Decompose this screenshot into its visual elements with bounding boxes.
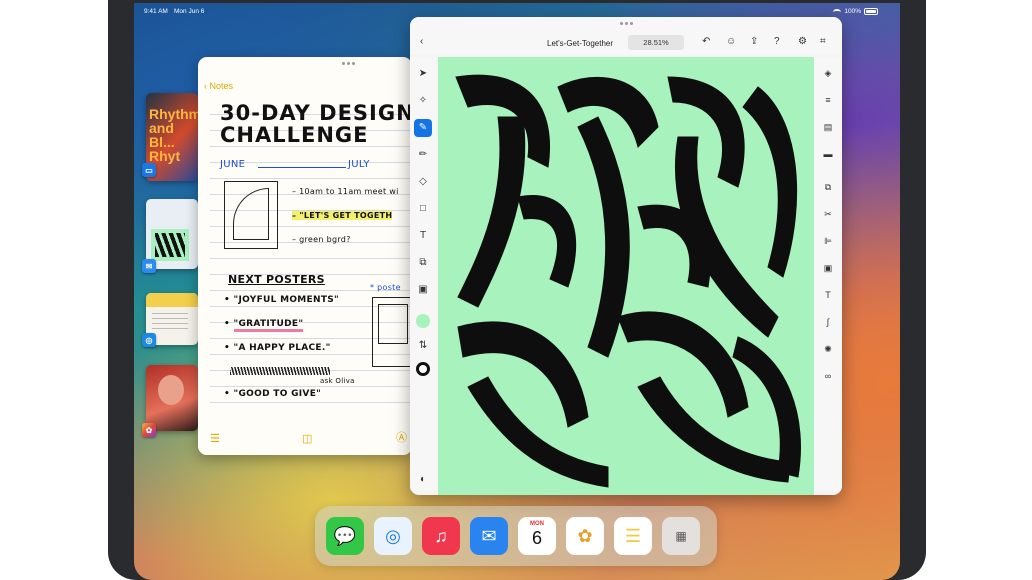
highlighted-text: – "LET'S GET TOGETH [292, 211, 393, 220]
safari-thumbnail-banner [146, 293, 198, 307]
note-item-3: • "A HAPPY PLACE." [224, 343, 331, 353]
markup-icon[interactable]: Ⓐ [396, 429, 407, 445]
status-date: Mon Jun 6 [174, 8, 205, 15]
fill-color-swatch[interactable] [414, 312, 432, 330]
messages-app-icon[interactable]: 💬 [326, 517, 364, 555]
appearance-icon[interactable]: ✺ [820, 341, 836, 357]
note-item-1: • "JOYFUL MOMENTS" [224, 295, 340, 305]
underlined-text: "GRATITUDE" [233, 319, 304, 332]
note-bullet-3: – green bgrd? [292, 235, 351, 244]
ipad-screen: 9:41 AM Mon Jun 6 100% Rhythm and Bl... … [134, 3, 900, 580]
eraser-tool-icon[interactable]: ◇ [414, 173, 432, 191]
scribbled-item [230, 367, 330, 375]
libraries-icon[interactable]: ▤ [820, 119, 836, 135]
share-icon[interactable]: ⇪ [750, 36, 758, 47]
note-section-heading: NEXT POSTERS [228, 273, 325, 286]
dock: 💬 ◎ ♫ ✉ MON 6 ✿ ☰ ▦ [315, 506, 717, 566]
wifi-icon [833, 8, 842, 15]
window-handle-icon[interactable] [618, 22, 634, 26]
safari-thumbnail-text [152, 313, 188, 333]
status-time: 9:41 AM [144, 8, 168, 15]
notes-back-label: Notes [209, 81, 234, 91]
battery-icon [864, 8, 878, 15]
note-item-5: • "GOOD TO GIVE" [224, 389, 322, 399]
notes-toolbar: ☰ ◫ Ⓐ [198, 423, 412, 455]
calendar-date-label: 6 [531, 528, 542, 548]
transform-tool-icon[interactable]: ⧉ [414, 254, 432, 272]
photos-badge-icon: ✿ [142, 423, 156, 437]
music-app-icon[interactable]: ♫ [422, 517, 460, 555]
lettering-artwork [455, 74, 801, 488]
artboard-canvas[interactable] [438, 57, 814, 495]
calendar-app-icon[interactable]: MON 6 [518, 517, 556, 555]
safari-icon: ◎ [142, 333, 156, 347]
note-post-label: * poste [370, 283, 401, 292]
illustrator-window[interactable]: ‹ Let's-Get-Together 28.51% ↶ ☺ ⇪ ? ⚙ ⌗ … [410, 17, 842, 495]
note-bullet-2: – "LET'S GET TOGETH [292, 211, 393, 220]
help-icon[interactable]: ? [774, 36, 780, 47]
mail-thumbnail-preview [151, 229, 189, 261]
notes-back-button[interactable]: ‹ Notes [204, 81, 233, 91]
note-content[interactable]: 30-DAY DESIGN CHALLENGE JUNE JULY – 10am… [210, 99, 412, 415]
align-icon[interactable]: ⊫ [820, 233, 836, 249]
settings-icon[interactable]: ⚙ [798, 36, 807, 47]
link-icon[interactable]: ∞ [820, 368, 836, 384]
selection-tool-icon[interactable]: ➤ [414, 65, 432, 83]
checklist-icon[interactable]: ☰ [210, 432, 220, 445]
properties-panel: ◈ ≡ ▤ ▬ ⧉ ✂ ⊫ ▣ T ∫ ✺ ∞ [814, 57, 842, 491]
keynote-icon: ▭ [142, 163, 156, 177]
type-tool-icon[interactable]: T [414, 227, 432, 245]
curve-icon[interactable]: ∫ [820, 314, 836, 330]
stage-thumbnail-photos[interactable] [146, 365, 198, 431]
undo-icon[interactable]: ↶ [702, 36, 710, 47]
keynote-thumbnail-text: Rhythm and Bl... Rhyt [149, 106, 198, 164]
timeline-line [258, 167, 346, 168]
invite-icon[interactable]: ☺ [726, 36, 736, 47]
document-title: Let's-Get-Together [547, 39, 614, 48]
comments-icon[interactable]: ▬ [820, 146, 836, 162]
cut-icon[interactable]: ✂ [820, 206, 836, 222]
illustrator-toolbar: ‹ Let's-Get-Together 28.51% ↶ ☺ ⇪ ? ⚙ ⌗ [410, 17, 842, 55]
status-right: 100% [833, 8, 878, 15]
note-item-2: • "GRATITUDE" [224, 319, 304, 332]
mask-icon[interactable]: ▣ [820, 260, 836, 276]
touch-shortcut-icon[interactable]: ◐ [414, 471, 432, 489]
calendar-day-label: MON [530, 521, 544, 527]
battery-percent: 100% [844, 8, 861, 15]
stroke-color-swatch[interactable] [414, 360, 432, 378]
notes-window[interactable]: ‹ Notes 30-DAY DESIGN CHALLENGE JUNE JUL… [198, 57, 412, 455]
mail-app-icon[interactable]: ✉ [470, 517, 508, 555]
notes-app-icon[interactable]: ☰ [614, 517, 652, 555]
mail-icon: ✉ [142, 259, 156, 273]
direct-select-tool-icon[interactable]: ✧ [414, 92, 432, 110]
canvas-icon[interactable]: ⌗ [820, 36, 826, 47]
window-handle-icon[interactable] [340, 62, 356, 66]
tools-panel: ➤ ✧ ✎ ✏ ◇ □ T ⧉ ▣ ⇅ ◐ [410, 57, 436, 491]
pencil-tool-icon[interactable]: ✏ [414, 146, 432, 164]
layers-icon[interactable]: ◈ [820, 65, 836, 81]
note-aside: ask Oliva [320, 377, 355, 385]
month-end: JULY [348, 159, 370, 170]
camera-icon[interactable]: ◫ [302, 432, 312, 445]
note-bullet-1: – 10am to 11am meet wi [292, 187, 399, 196]
poster-sketch [372, 297, 412, 367]
month-start: JUNE [220, 159, 246, 170]
back-chevron-icon[interactable]: ‹ [420, 36, 423, 47]
pen-tool-icon[interactable]: ✎ [414, 119, 432, 137]
note-title-line1: 30-DAY DESIGN [220, 101, 412, 125]
photos-thumbnail-portrait [158, 375, 184, 405]
shape-tool-icon[interactable]: □ [414, 200, 432, 218]
properties-icon[interactable]: ≡ [820, 92, 836, 108]
photos-app-icon[interactable]: ✿ [566, 517, 604, 555]
image-tool-icon[interactable]: ▣ [414, 281, 432, 299]
duplicate-icon[interactable]: ⧉ [820, 179, 836, 195]
safari-app-icon[interactable]: ◎ [374, 517, 412, 555]
type-options-icon[interactable]: T [820, 287, 836, 303]
sketch-frame [224, 181, 278, 249]
app-library-icon[interactable]: ▦ [662, 517, 700, 555]
swap-colors-icon[interactable]: ⇅ [414, 337, 432, 355]
note-title-line2: CHALLENGE [220, 123, 369, 147]
zoom-field[interactable]: 28.51% [628, 35, 684, 50]
